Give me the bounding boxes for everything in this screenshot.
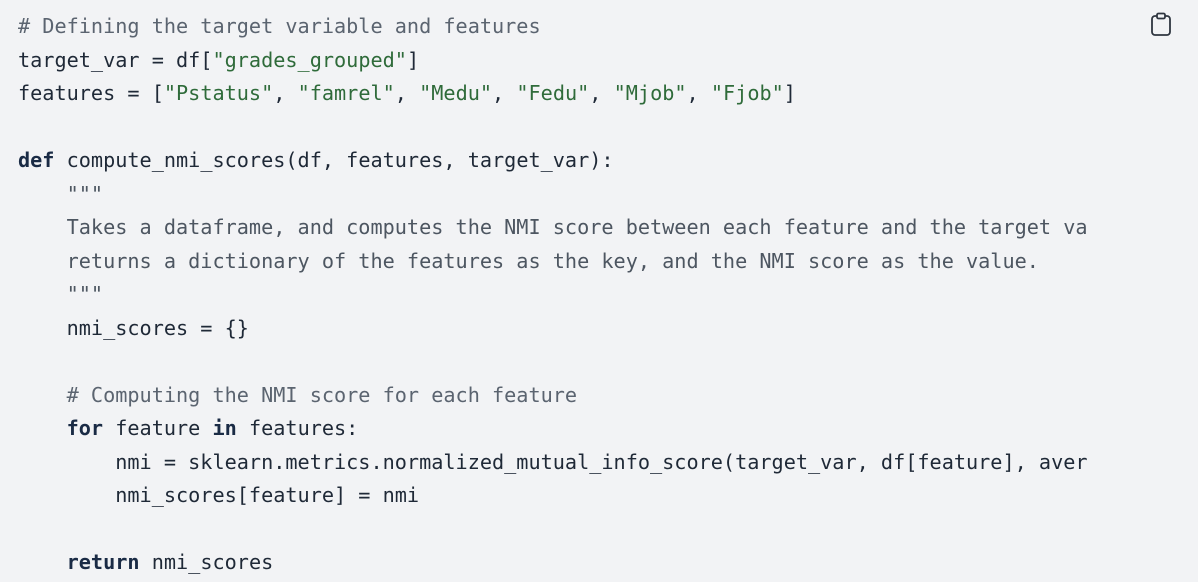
- code-token-string: "Fjob": [710, 81, 784, 105]
- code-token-comment: # Defining the target variable and featu…: [18, 14, 541, 38]
- code-line: """: [18, 178, 1088, 212]
- code-token-string: "Mjob": [613, 81, 687, 105]
- code-line: return nmi_scores: [18, 546, 1088, 580]
- code-line: target_var = df["grades_grouped"]: [18, 44, 1088, 78]
- code-line: nmi = sklearn.metrics.normalized_mutual_…: [18, 446, 1088, 480]
- code-line: features = ["Pstatus", "famrel", "Medu",…: [18, 77, 1088, 111]
- code-token-plain: ,: [589, 81, 614, 105]
- code-token-plain: nmi_scores: [139, 550, 274, 574]
- code-token-string: "Fedu": [516, 81, 590, 105]
- code-token-plain: ]: [783, 81, 796, 105]
- code-token-string: "famrel": [297, 81, 395, 105]
- code-token-string: "grades_grouped": [212, 47, 407, 72]
- code-token-plain: nmi = sklearn.metrics.normalized_mutual_…: [18, 449, 1088, 474]
- code-line: returns a dictionary of the features as …: [18, 245, 1088, 279]
- code-token-docstring: Takes a dataframe, and computes the NMI …: [18, 215, 1088, 239]
- code-token-keyword: return: [66, 550, 140, 574]
- code-token-plain: compute_nmi_scores(df, features, target_…: [54, 148, 614, 172]
- code-line: nmi_scores = {}: [18, 312, 1088, 346]
- code-token-keyword: in: [212, 416, 237, 440]
- code-line: for feature in features:: [18, 412, 1088, 446]
- code-token-string: "Pstatus": [163, 81, 274, 105]
- code-token-string: "Medu": [419, 81, 493, 105]
- code-block: # Defining the target variable and featu…: [0, 0, 1198, 582]
- code-token-plain: nmi_scores = {}: [18, 315, 249, 340]
- code-line: # Computing the NMI score for each featu…: [18, 379, 1088, 413]
- code-token-docstring: """: [18, 181, 104, 206]
- code-token-plain: features:: [236, 416, 359, 440]
- code-token-docstring: """: [18, 282, 104, 306]
- copy-button[interactable]: [1150, 12, 1172, 36]
- code-token-plain: target_var = df[: [18, 47, 213, 72]
- code-line: def compute_nmi_scores(df, features, tar…: [18, 144, 1088, 178]
- code-token-plain: nmi_scores[feature] = nmi: [18, 483, 420, 507]
- code-line: # Defining the target variable and featu…: [18, 10, 1088, 44]
- code-token-keyword: for: [66, 416, 104, 440]
- clipboard-icon: [1151, 12, 1171, 36]
- code-token-plain: feature: [103, 416, 213, 440]
- code-line: Takes a dataframe, and computes the NMI …: [18, 211, 1088, 245]
- code-token-plain: ]: [406, 47, 420, 72]
- code-token-plain: ,: [273, 81, 298, 105]
- code-token-plain: ,: [394, 81, 420, 105]
- code-token-comment: # Computing the NMI score for each featu…: [18, 382, 578, 407]
- code-content[interactable]: # Defining the target variable and featu…: [18, 10, 1088, 580]
- code-token-keyword: def: [18, 148, 55, 172]
- code-line: nmi_scores[feature] = nmi: [18, 479, 1088, 513]
- code-line: """: [18, 278, 1088, 312]
- code-token-plain: ,: [686, 81, 711, 105]
- code-token-plain: ,: [492, 81, 517, 105]
- code-token-plain: features = [: [18, 81, 164, 105]
- code-token-docstring: returns a dictionary of the features as …: [18, 248, 1039, 273]
